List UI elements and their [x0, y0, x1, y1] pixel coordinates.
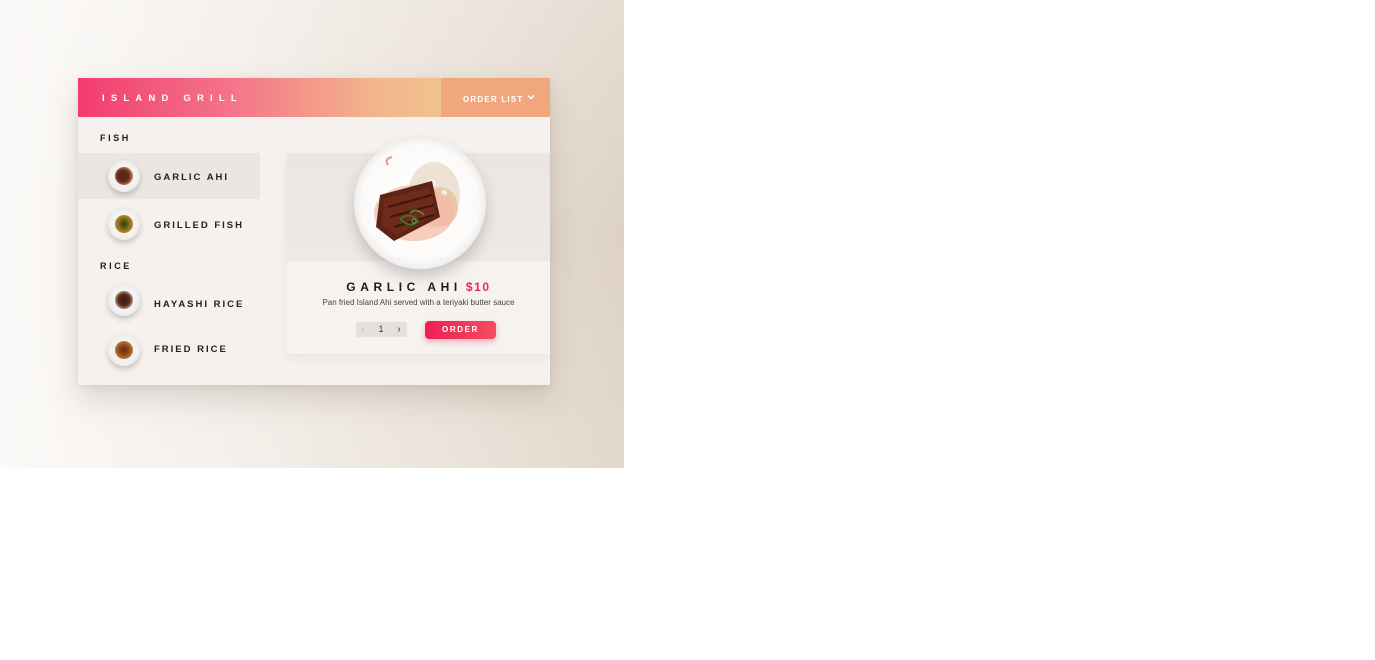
- grilled-fish-thumbnail: [108, 208, 140, 240]
- chevron-right-icon[interactable]: ›: [392, 322, 406, 337]
- chevron-left-icon[interactable]: ‹: [356, 322, 370, 337]
- order-list-label: ORDER LIST: [463, 95, 524, 104]
- dish-image: [354, 137, 486, 269]
- section-title-rice: RICE: [100, 261, 132, 271]
- fried-rice-thumbnail: [108, 334, 140, 366]
- menu-item-label: HAYASHI RICE: [154, 299, 245, 310]
- order-list-dropdown[interactable]: ORDER LIST: [441, 78, 550, 117]
- menu-item-hayashi-rice[interactable]: HAYASHI RICE: [78, 275, 260, 321]
- menu-item-label: FRIED RICE: [154, 344, 228, 355]
- dish-name: GARLIC AHI: [346, 280, 462, 294]
- header-bar: ISLAND GRILL: [78, 78, 441, 117]
- background-stage: ISLAND GRILL ORDER LIST FISH GARLIC AHI …: [0, 0, 624, 468]
- dish-price: $10: [465, 280, 491, 294]
- menu-item-label: GRILLED FISH: [154, 220, 244, 231]
- dish-description: Pan fried Island Ahi served with a teriy…: [322, 298, 515, 307]
- chevron-down-icon: [527, 95, 535, 100]
- dish-title-row: GARLIC AHI $10: [287, 280, 550, 294]
- menu-item-grilled-fish[interactable]: GRILLED FISH: [78, 201, 260, 247]
- garlic-ahi-thumbnail: [108, 160, 140, 192]
- quantity-stepper[interactable]: ‹ 1 ›: [356, 322, 407, 337]
- brand-title: ISLAND GRILL: [102, 93, 243, 104]
- menu-card: ISLAND GRILL ORDER LIST FISH GARLIC AHI …: [78, 78, 550, 385]
- section-title-fish: FISH: [100, 133, 131, 143]
- hayashi-rice-thumbnail: [108, 284, 140, 316]
- menu-item-garlic-ahi[interactable]: GARLIC AHI: [78, 153, 260, 199]
- quantity-value: 1: [378, 324, 384, 334]
- order-button[interactable]: ORDER: [425, 321, 496, 339]
- menu-item-label: GARLIC AHI: [154, 172, 230, 183]
- menu-item-fried-rice[interactable]: FRIED RICE: [78, 326, 260, 372]
